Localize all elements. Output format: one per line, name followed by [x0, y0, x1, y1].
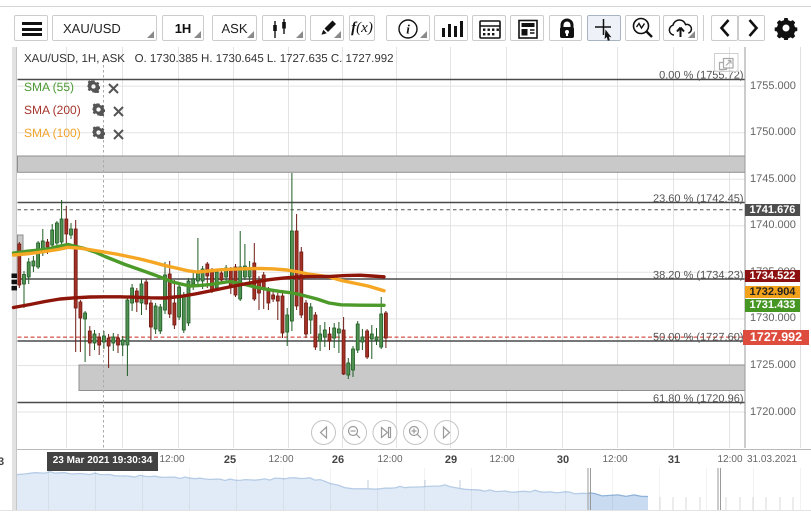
svg-text:50.00 % (1727.60): 50.00 % (1727.60) — [653, 332, 744, 344]
svg-text:38.20 % (1734.23): 38.20 % (1734.23) — [653, 270, 744, 282]
svg-text:23.60 % (1742.45): 23.60 % (1742.45) — [653, 193, 744, 205]
svg-text:i: i — [406, 22, 410, 37]
svg-text:61.80 % (1720.96): 61.80 % (1720.96) — [653, 393, 744, 405]
